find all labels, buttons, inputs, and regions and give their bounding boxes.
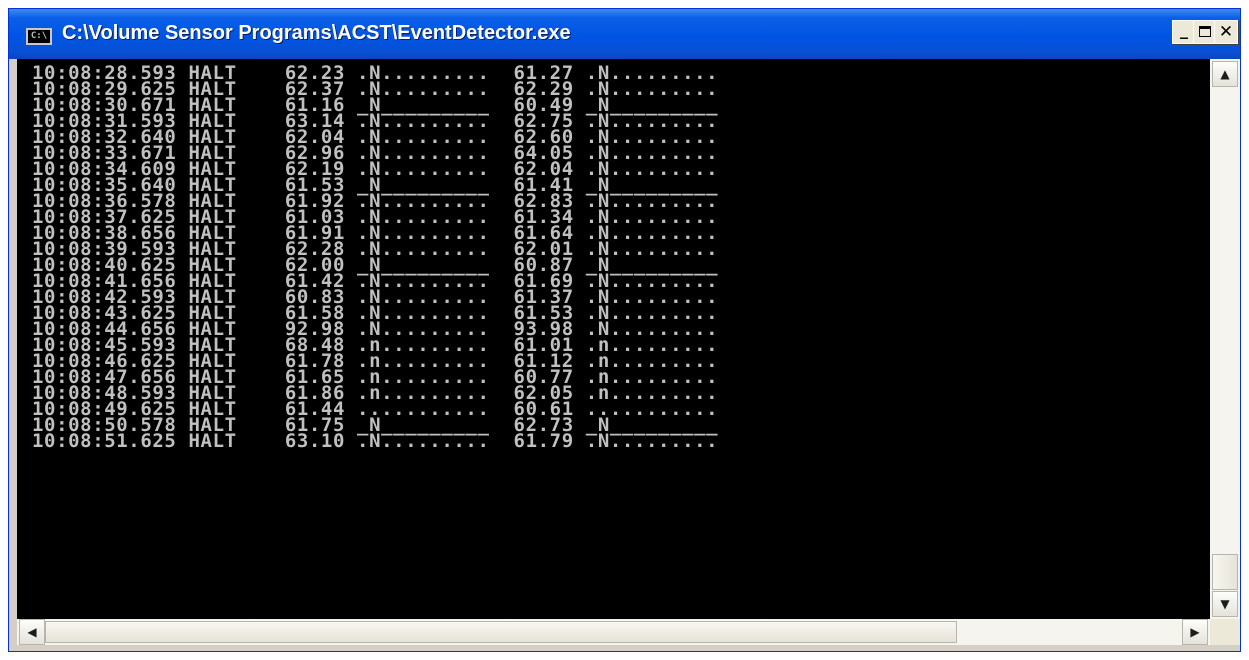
close-button[interactable]: ✕ <box>1214 20 1238 44</box>
title-bar[interactable]: C:\ C:\Volume Sensor Programs\ACST\Event… <box>9 9 1240 59</box>
scroll-up-button[interactable]: ▲ <box>1212 61 1238 87</box>
horizontal-scroll-thumb[interactable] <box>45 621 957 643</box>
console-line: 10:08:51.625 HALT 63.10 .N......... 61.7… <box>32 430 719 452</box>
maximize-icon <box>1199 26 1211 37</box>
vertical-scroll-thumb[interactable] <box>1212 554 1238 590</box>
vertical-scrollbar[interactable]: ▲ ▼ <box>1210 59 1240 619</box>
console-app-icon[interactable]: C:\ <box>26 28 52 45</box>
console-window: C:\ C:\Volume Sensor Programs\ACST\Event… <box>8 8 1241 652</box>
resize-grip-icon[interactable] <box>1210 619 1240 645</box>
scroll-right-button[interactable]: ▶ <box>1182 619 1208 645</box>
scroll-left-button[interactable]: ◀ <box>19 619 45 645</box>
scroll-down-button[interactable]: ▼ <box>1212 591 1238 617</box>
horizontal-scrollbar[interactable]: ◀ ▶ <box>17 619 1210 645</box>
window-title: C:\Volume Sensor Programs\ACST\EventDete… <box>62 22 571 44</box>
console-output[interactable]: 10:08:28.593 HALT 62.23 .N......... 61.2… <box>17 59 1210 619</box>
